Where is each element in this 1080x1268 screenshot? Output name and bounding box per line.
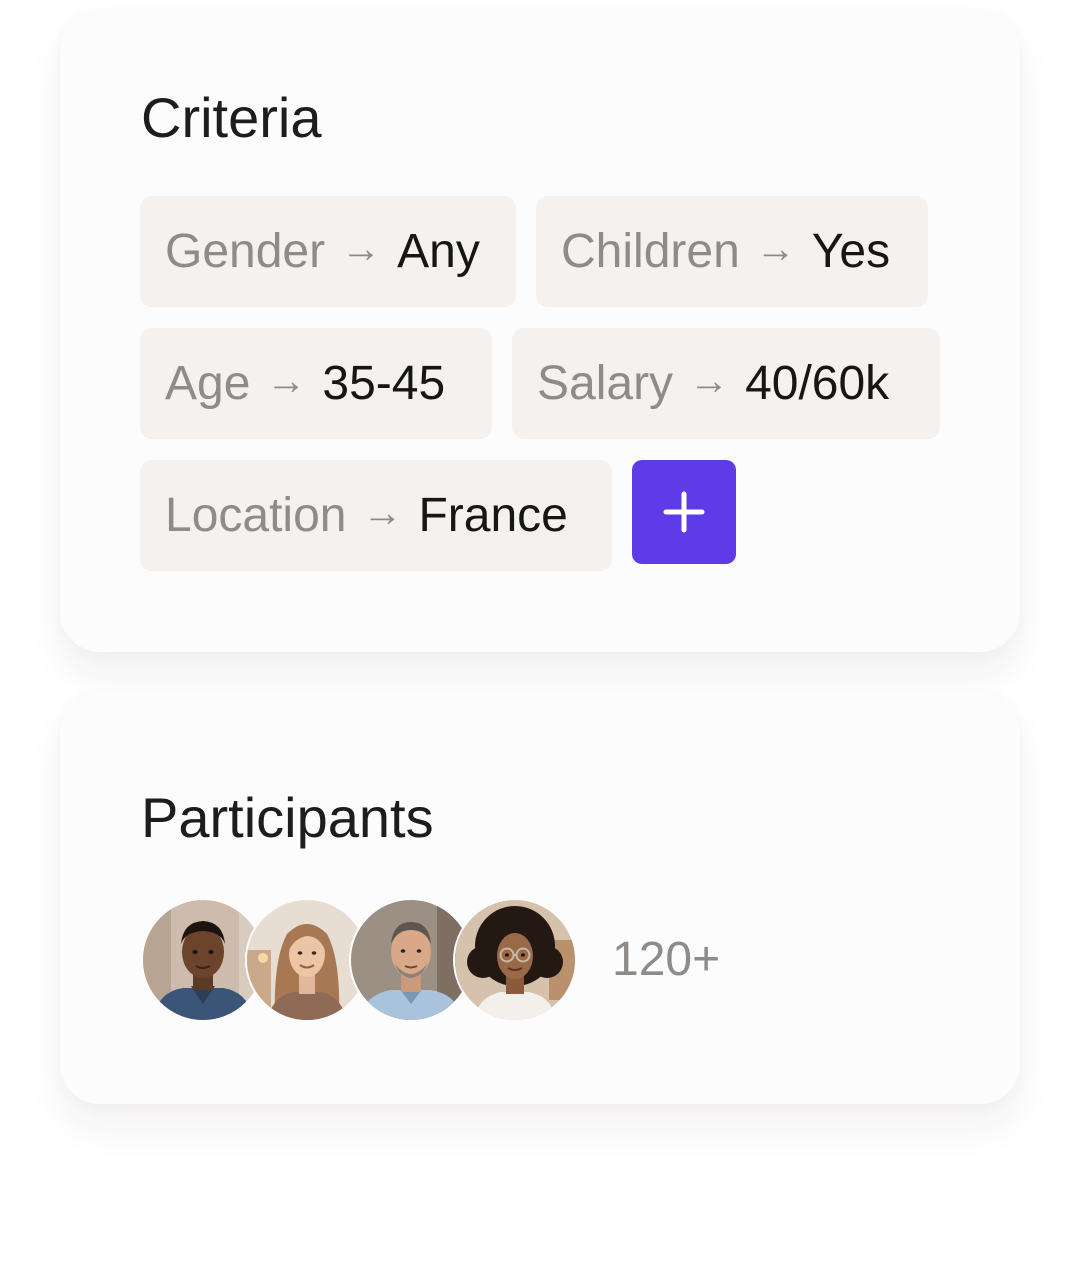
- participants-card: Participants 120+: [60, 692, 1020, 1104]
- chip-value: Any: [397, 225, 480, 278]
- chip-value: 35-45: [322, 357, 446, 410]
- avatar-woman-long-hair-icon: [247, 900, 367, 1020]
- criteria-chip-salary[interactable]: Salary → 40/60k: [512, 328, 940, 439]
- criteria-card: Criteria Gender → Any Children → Yes Age…: [60, 10, 1020, 652]
- chip-key: Salary: [537, 357, 674, 410]
- avatar-group[interactable]: [143, 900, 603, 1022]
- avatar[interactable]: [247, 900, 367, 1020]
- chip-value: 40/60k: [745, 357, 890, 410]
- criteria-chip-gender[interactable]: Gender → Any: [140, 196, 516, 307]
- chip-key: Location: [165, 489, 347, 542]
- criteria-title: Criteria: [141, 86, 322, 149]
- criteria-chip-children[interactable]: Children → Yes: [536, 196, 928, 307]
- chip-key: Age: [165, 357, 251, 410]
- avatar-man-dark-hair-icon: [143, 900, 263, 1020]
- arrow-right-icon: →: [362, 491, 403, 535]
- chip-key: Gender: [165, 225, 326, 278]
- avatar-man-grey-hair-icon: [351, 900, 471, 1020]
- chip-value: France: [418, 489, 568, 542]
- avatar[interactable]: [143, 900, 263, 1020]
- participants-title: Participants: [141, 786, 434, 849]
- participants-count: 120+: [612, 933, 721, 986]
- criteria-chip-age[interactable]: Age → 35-45: [140, 328, 492, 439]
- arrow-right-icon: →: [755, 227, 796, 271]
- chip-value: Yes: [811, 225, 891, 278]
- chip-key: Children: [561, 225, 740, 278]
- avatar-woman-curly-hair-glasses-icon: [455, 900, 575, 1020]
- avatar[interactable]: [351, 900, 471, 1020]
- arrow-right-icon: →: [341, 227, 382, 271]
- arrow-right-icon: →: [266, 359, 307, 403]
- avatar[interactable]: [455, 900, 575, 1020]
- arrow-right-icon: →: [689, 359, 730, 403]
- criteria-chip-location[interactable]: Location → France: [140, 460, 612, 571]
- plus-icon: [663, 491, 705, 533]
- add-criteria-button[interactable]: [632, 460, 736, 564]
